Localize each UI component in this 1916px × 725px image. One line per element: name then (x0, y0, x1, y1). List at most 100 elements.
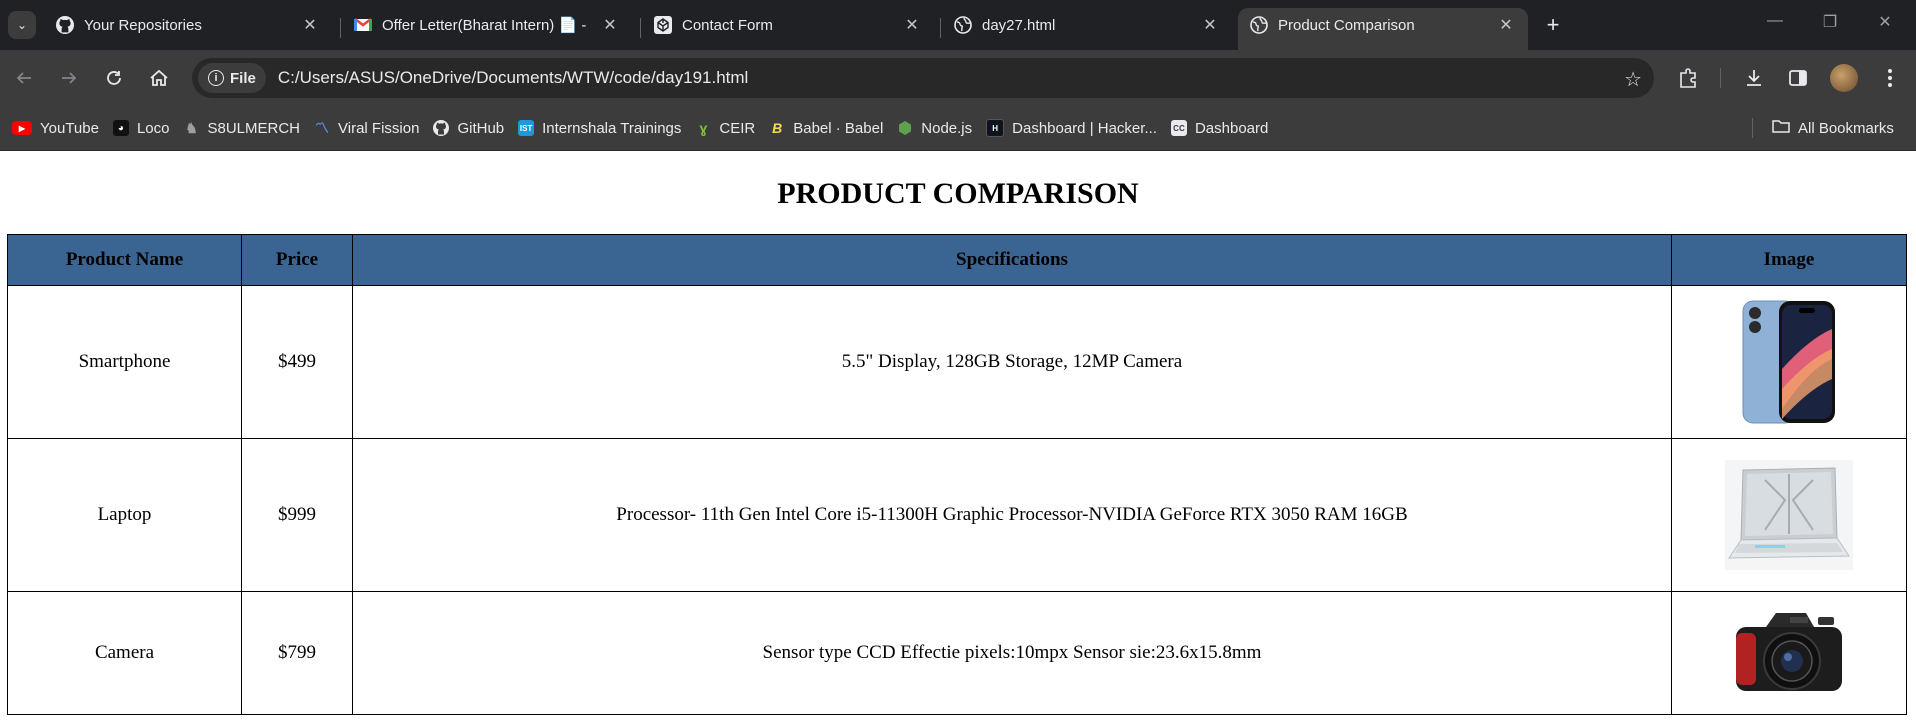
specifications-cell: Sensor type CCD Effectie pixels:10mpx Se… (352, 591, 1672, 715)
reload-icon[interactable] (102, 66, 126, 90)
tab-your-repositories[interactable]: Your Repositories ✕ (44, 8, 332, 42)
tab-title: Your Repositories (84, 16, 202, 34)
close-icon[interactable]: ✕ (602, 15, 618, 35)
tab-strip: ⌄ Your Repositories ✕ Offer Letter(Bhara… (0, 0, 1916, 50)
image-cell (1671, 438, 1907, 592)
smartphone-image (1742, 300, 1835, 424)
github-icon (433, 120, 450, 136)
bookmark-label: Babel · Babel (793, 119, 884, 137)
tab-day27[interactable]: day27.html ✕ (942, 8, 1232, 42)
bookmark-label: CEIR (719, 119, 756, 137)
home-icon[interactable] (147, 66, 171, 90)
bookmarks-bar: ▶ YouTube ◕ Loco ♞ S8ULMERCH 〽 Viral Fis… (0, 106, 1916, 151)
tab-title: Offer Letter(Bharat Intern) 📄 - (382, 17, 587, 34)
dashboard-icon: CC (1170, 120, 1187, 136)
bookmark-label: Viral Fission (338, 119, 420, 137)
bookmark-viral-fission[interactable]: 〽 Viral Fission (314, 120, 419, 137)
bookmark-hackerrank[interactable]: H Dashboard | Hacker... (986, 119, 1157, 137)
address-bar[interactable]: i File C:/Users/ASUS/OneDrive/Documents/… (192, 58, 1654, 98)
column-header-product-name: Product Name (7, 234, 242, 286)
column-header-specifications: Specifications (352, 234, 1672, 286)
forward-icon[interactable] (57, 66, 81, 90)
gmail-icon (354, 16, 372, 34)
globe-icon (1250, 16, 1268, 34)
table-row: Camera $799 Sensor type CCD Effectie pix… (7, 591, 1907, 715)
tab-title: Contact Form (682, 16, 773, 34)
browser-toolbar: i File C:/Users/ASUS/OneDrive/Documents/… (0, 50, 1916, 106)
youtube-icon: ▶ (12, 121, 32, 135)
all-bookmarks-label: All Bookmarks (1798, 119, 1894, 137)
bookmark-s8ulmerch[interactable]: ♞ S8ULMERCH (183, 120, 300, 137)
price-cell: $999 (241, 438, 353, 592)
table-row: Laptop $999 Processor- 11th Gen Intel Co… (7, 438, 1907, 592)
product-name-cell: Smartphone (7, 285, 242, 439)
product-name-cell: Laptop (7, 438, 242, 592)
all-bookmarks-button[interactable]: All Bookmarks (1772, 106, 1894, 150)
bookmark-label: YouTube (40, 119, 99, 137)
close-icon[interactable]: ✕ (302, 15, 318, 35)
tab-product-comparison[interactable]: Product Comparison ✕ (1238, 8, 1528, 50)
extensions-icon[interactable] (1676, 66, 1700, 90)
bookmark-label: Dashboard (1194, 119, 1269, 137)
hackerrank-icon: H (986, 119, 1005, 137)
bookmark-github[interactable]: GitHub (433, 120, 504, 137)
restore-icon[interactable]: ❐ (1815, 12, 1845, 32)
folder-icon (1772, 119, 1790, 137)
nodejs-icon (897, 120, 913, 136)
bookmark-label: Internshala Trainings (542, 119, 682, 137)
tab-search-button[interactable]: ⌄ (8, 11, 36, 39)
price-cell: $499 (241, 285, 353, 439)
bookmark-loco[interactable]: ◕ Loco (112, 119, 170, 137)
tab-title: Product Comparison (1278, 16, 1415, 34)
github-icon (56, 16, 74, 34)
image-cell (1671, 285, 1907, 439)
babel-icon: B (772, 120, 783, 136)
bookmark-label: Dashboard | Hacker... (1012, 119, 1157, 137)
tab-contact-form[interactable]: Contact Form ✕ (642, 8, 934, 42)
bookmark-label: Loco (136, 119, 170, 137)
file-chip-label: File (230, 69, 256, 87)
bookmark-youtube[interactable]: ▶ YouTube (12, 120, 99, 137)
bookmark-label: S8ULMERCH (207, 119, 301, 137)
bookmark-label: Node.js (921, 119, 973, 137)
new-tab-button[interactable]: + (1540, 12, 1566, 38)
side-panel-icon[interactable] (1786, 66, 1810, 90)
bookmark-ceir[interactable]: ɣ CEIR (695, 120, 755, 137)
camera-image (1736, 613, 1842, 691)
codepen-icon (654, 16, 672, 34)
ceir-icon: ɣ (699, 120, 708, 136)
price-cell: $799 (241, 591, 353, 715)
bookmark-star-icon[interactable]: ☆ (1624, 67, 1642, 92)
column-header-price: Price (241, 234, 353, 286)
close-icon[interactable]: ✕ (904, 15, 920, 35)
close-icon[interactable]: ✕ (1202, 15, 1218, 35)
s8ul-icon: ♞ (185, 119, 198, 136)
laptop-image (1725, 460, 1853, 570)
column-header-image: Image (1671, 234, 1907, 286)
back-icon[interactable] (12, 66, 36, 90)
loco-icon: ◕ (112, 120, 129, 136)
table-row: Smartphone $499 5.5" Display, 128GB Stor… (7, 285, 1907, 439)
site-info-chip[interactable]: i File (198, 63, 266, 93)
bookmark-babel[interactable]: B Babel · Babel (769, 120, 883, 137)
close-icon[interactable]: ✕ (1498, 15, 1514, 35)
bookmark-dashboard[interactable]: CC Dashboard (1170, 119, 1269, 137)
bookmark-internshala[interactable]: IST Internshala Trainings (518, 120, 681, 137)
specifications-cell: Processor- 11th Gen Intel Core i5-11300H… (352, 438, 1672, 592)
tab-offer-letter[interactable]: Offer Letter(Bharat Intern) 📄 - ✕ (342, 8, 632, 42)
tab-title: day27.html (982, 16, 1056, 34)
bookmark-label: GitHub (457, 119, 505, 137)
comparison-table: Product Name Price Specifications Image … (7, 234, 1907, 715)
specifications-cell: 5.5" Display, 128GB Storage, 12MP Camera (352, 285, 1672, 439)
minimize-icon[interactable]: — (1760, 12, 1790, 30)
page-title: PRODUCT COMPARISON (777, 177, 1139, 210)
profile-avatar[interactable] (1830, 64, 1858, 92)
more-menu-icon[interactable] (1878, 66, 1902, 90)
close-window-icon[interactable]: ✕ (1870, 12, 1900, 32)
download-icon[interactable] (1742, 66, 1766, 90)
viral-fission-icon: 〽 (315, 120, 330, 136)
url-text[interactable]: C:/Users/ASUS/OneDrive/Documents/WTW/cod… (278, 68, 748, 88)
bookmark-nodejs[interactable]: Node.js (897, 120, 972, 137)
page-content: PRODUCT COMPARISON Product Name Price Sp… (0, 151, 1916, 715)
globe-icon (954, 16, 972, 34)
